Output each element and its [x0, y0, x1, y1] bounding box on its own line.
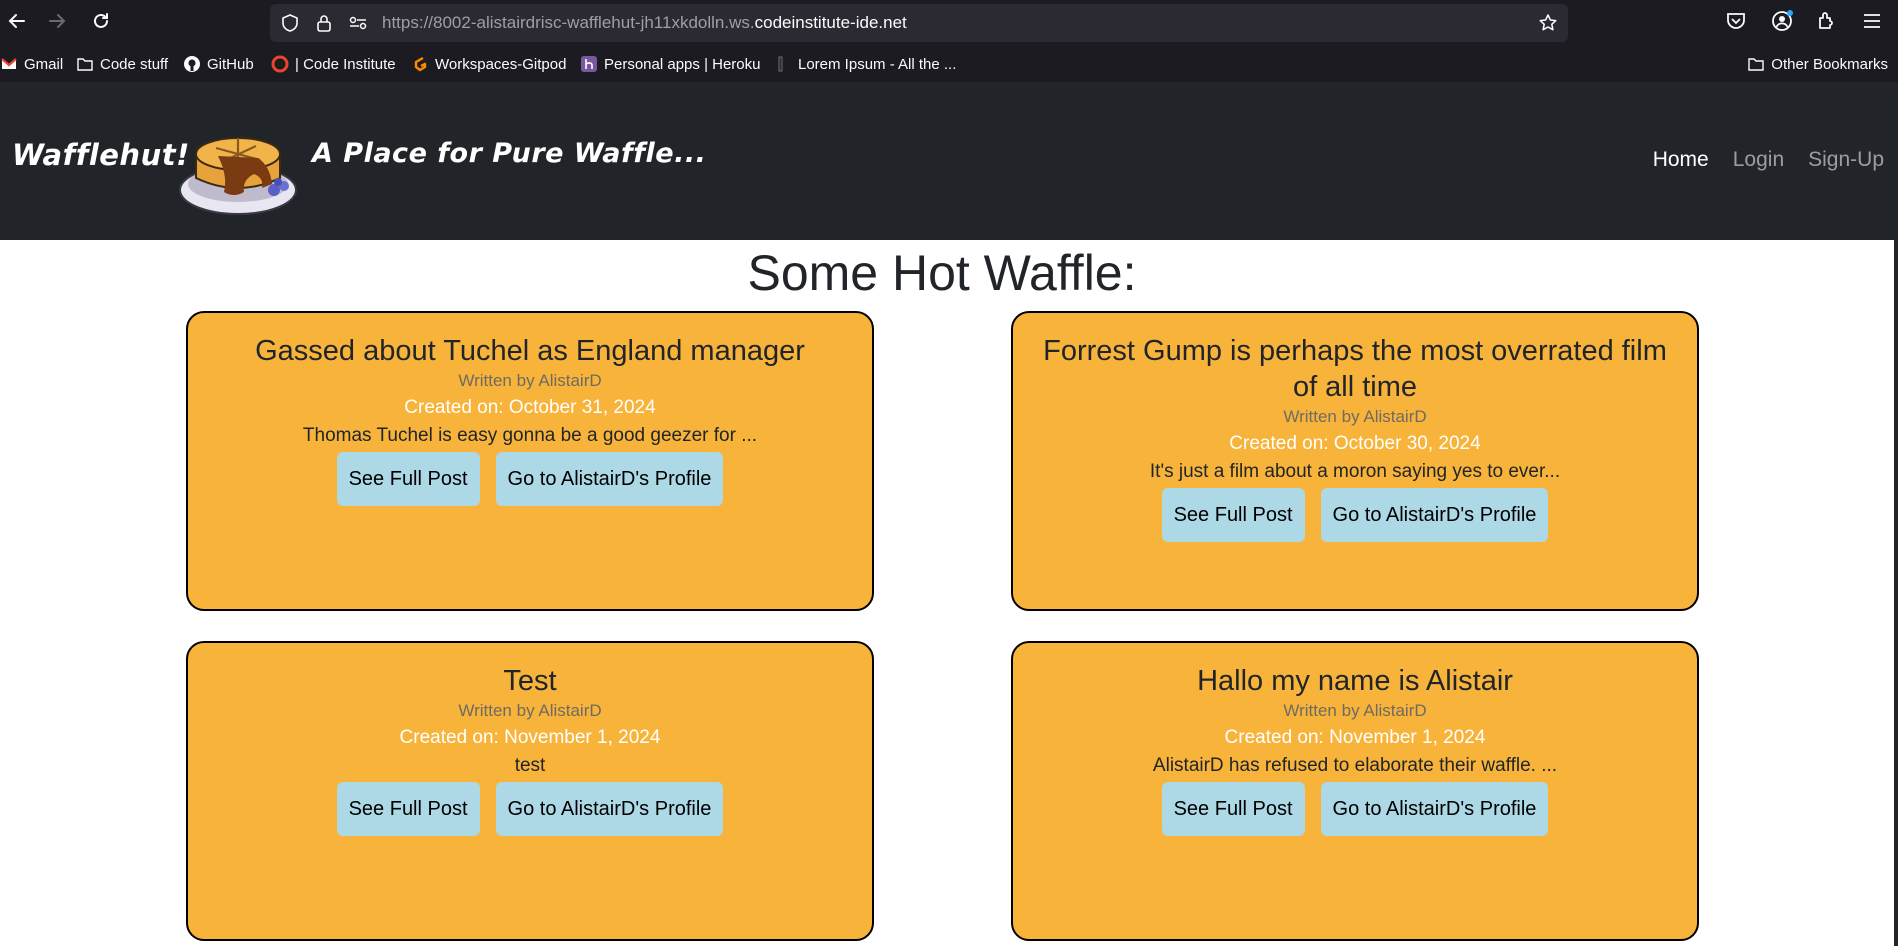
browser-toolbar: https://8002-alistairdrisc-wafflehut-jh1…	[0, 0, 1898, 82]
bookmark-workspaces-gitpod[interactable]: Workspaces-Gitpod	[411, 49, 566, 79]
lock-icon[interactable]	[314, 13, 334, 33]
bookmark-heroku[interactable]: Personal apps | Heroku	[580, 49, 760, 79]
other-bookmarks[interactable]: Other Bookmarks	[1747, 49, 1888, 79]
bookmark-lorem-ipsum[interactable]: Lorem Ipsum - All the ...	[774, 49, 956, 79]
post-card: Test Written by AlistairD Created on: No…	[186, 641, 874, 941]
post-author: Written by AlistairD	[1283, 407, 1427, 426]
extensions-icon[interactable]	[1815, 9, 1839, 33]
back-arrow-icon	[8, 14, 25, 28]
site-tagline: A Place for Pure Waffle...	[312, 138, 707, 169]
gmail-icon	[1, 58, 17, 69]
url-domain: codeinstitute-ide.net	[754, 13, 907, 32]
post-title: Forrest Gump is perhaps the most overrat…	[1043, 335, 1667, 403]
post-author: Written by AlistairD	[458, 371, 602, 390]
post-actions: See Full Post Go to AlistairD's Profile	[188, 452, 872, 506]
account-icon[interactable]	[1770, 9, 1794, 33]
folder-icon	[1748, 58, 1764, 71]
post-title: Gassed about Tuchel as England manager	[255, 335, 805, 367]
forward-arrow-icon	[49, 14, 66, 28]
url-text[interactable]: https://8002-alistairdrisc-wafflehut-jh1…	[382, 4, 907, 42]
bookmark-label: GitHub	[207, 55, 254, 73]
post-author: Written by AlistairD	[458, 701, 602, 720]
see-full-post-button[interactable]: See Full Post	[1161, 488, 1305, 542]
post-excerpt: AlistairD has refused to elaborate their…	[1152, 755, 1558, 776]
bookmark-github[interactable]: GitHub	[183, 49, 254, 79]
post-excerpt: Thomas Tuchel is easy gonna be a good ge…	[302, 425, 758, 446]
permissions-icon[interactable]	[348, 13, 368, 33]
bookmark-label: Gmail	[24, 55, 64, 73]
post-created-date: Created on: November 1, 2024	[1224, 727, 1486, 748]
code-institute-icon	[271, 55, 289, 73]
waffle-logo-icon	[179, 137, 297, 215]
address-bar[interactable]: https://8002-alistairdrisc-wafflehut-jh1…	[270, 4, 1568, 42]
post-card: Forrest Gump is perhaps the most overrat…	[1011, 311, 1699, 611]
bookmark-label: Personal apps | Heroku	[604, 55, 761, 73]
nav-login[interactable]: Login	[1733, 148, 1784, 172]
bookmark-label: | Code Institute	[295, 55, 396, 73]
github-icon	[184, 56, 200, 72]
post-author: Written by AlistairD	[1283, 701, 1427, 720]
bookmark-code-stuff[interactable]: Code stuff	[76, 49, 168, 79]
post-created-date: Created on: October 31, 2024	[404, 397, 656, 418]
post-card: Hallo my name is Alistair Written by Ali…	[1011, 641, 1699, 941]
site-header: Wafflehut! A Place for Pure Waffle... Ho…	[0, 82, 1898, 240]
reload-icon	[94, 13, 108, 28]
bookmarks-bar: Gmail Code stuff GitHub | Code Institute…	[0, 49, 1898, 79]
bookmark-star-icon[interactable]	[1538, 13, 1558, 33]
site-brand[interactable]: Wafflehut!	[12, 138, 190, 172]
post-title: Test	[503, 665, 557, 697]
page-heading: Some Hot Waffle:	[747, 245, 1137, 301]
post-excerpt: It's just a film about a moron saying ye…	[1149, 461, 1561, 482]
see-full-post-button[interactable]: See Full Post	[336, 782, 480, 836]
menu-icon[interactable]	[1860, 9, 1884, 33]
nav-signup[interactable]: Sign-Up	[1808, 148, 1884, 172]
post-actions: See Full Post Go to AlistairD's Profile	[1013, 782, 1697, 836]
lorem-ipsum-icon	[778, 56, 783, 72]
post-card: Gassed about Tuchel as England manager W…	[186, 311, 874, 611]
post-excerpt: test	[514, 755, 546, 776]
bookmark-code-institute[interactable]: | Code Institute	[271, 49, 396, 79]
bookmark-label: Code stuff	[100, 55, 169, 73]
see-full-post-button[interactable]: See Full Post	[1161, 782, 1305, 836]
pocket-icon[interactable]	[1724, 9, 1748, 33]
page-scrollbar[interactable]	[1894, 82, 1898, 946]
bookmark-label: Workspaces-Gitpod	[435, 55, 567, 73]
see-full-post-button[interactable]: See Full Post	[336, 452, 480, 506]
other-bookmarks-label: Other Bookmarks	[1771, 55, 1888, 73]
nav-home[interactable]: Home	[1653, 148, 1709, 172]
post-actions: See Full Post Go to AlistairD's Profile	[1013, 488, 1697, 542]
gitpod-icon	[414, 56, 427, 72]
reload-button[interactable]	[84, 4, 118, 38]
forward-button[interactable]	[40, 4, 74, 38]
post-created-date: Created on: October 30, 2024	[1229, 433, 1481, 454]
bookmark-label: Lorem Ipsum - All the ...	[798, 55, 957, 73]
go-to-profile-button[interactable]: Go to AlistairD's Profile	[1320, 488, 1549, 542]
go-to-profile-button[interactable]: Go to AlistairD's Profile	[495, 452, 724, 506]
shield-icon[interactable]	[280, 13, 300, 33]
site-nav: Home Login Sign-Up	[1653, 148, 1884, 172]
post-created-date: Created on: November 1, 2024	[399, 727, 661, 748]
heroku-icon	[581, 56, 597, 72]
go-to-profile-button[interactable]: Go to AlistairD's Profile	[1320, 782, 1549, 836]
folder-icon	[77, 58, 93, 71]
post-actions: See Full Post Go to AlistairD's Profile	[188, 782, 872, 836]
post-title: Hallo my name is Alistair	[1197, 665, 1513, 697]
go-to-profile-button[interactable]: Go to AlistairD's Profile	[495, 782, 724, 836]
url-prefix: https://8002-alistairdrisc-wafflehut-jh1…	[382, 13, 755, 32]
back-button[interactable]	[0, 4, 34, 38]
bookmark-gmail[interactable]: Gmail	[0, 49, 63, 79]
